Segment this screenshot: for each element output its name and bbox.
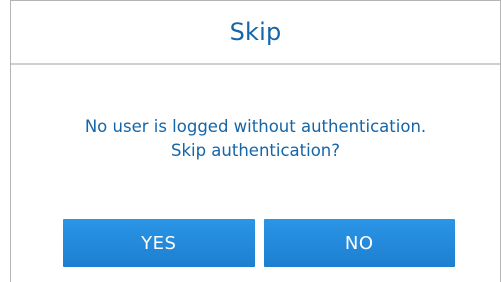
message-line-2: Skip authentication? xyxy=(170,141,341,160)
dialog-header: Skip xyxy=(11,1,500,65)
dialog-title: Skip xyxy=(229,18,282,46)
no-button[interactable]: NO xyxy=(263,219,455,267)
yes-button[interactable]: YES xyxy=(63,219,255,267)
dialog-button-row: YES NO xyxy=(63,219,455,267)
message-line-1: No user is logged without authentication… xyxy=(84,117,427,136)
dialog-message: No user is logged without authentication… xyxy=(11,115,500,163)
skip-authentication-dialog: Skip No user is logged without authentic… xyxy=(10,0,501,282)
